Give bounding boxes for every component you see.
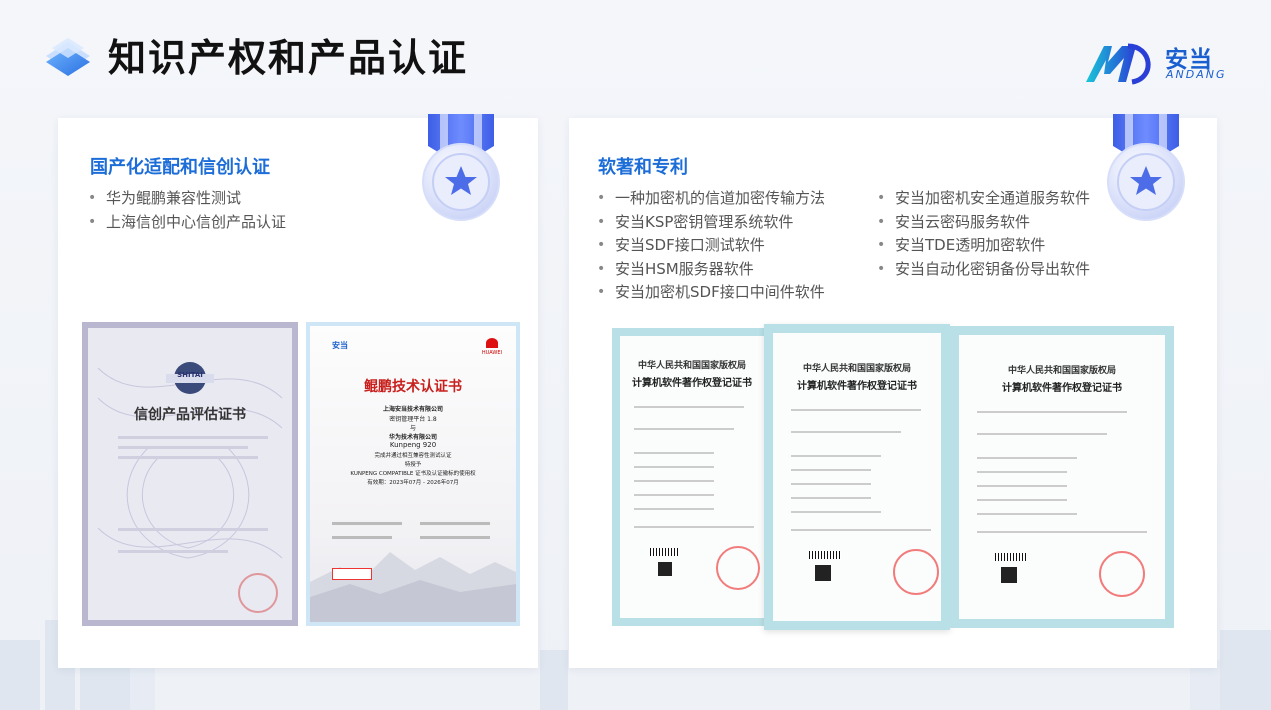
certificate-title: 鲲鹏技术认证书	[364, 379, 462, 395]
certification-card: 国产化适配和信创认证 华为鲲鹏兼容性测试 上海信创中心信创产品认证	[58, 114, 538, 668]
list-item: 一种加密机的信道加密传输方法	[597, 187, 825, 211]
list-item: 安当TDE透明加密软件	[877, 234, 1090, 258]
certificate-issuer: 中华人民共和国国家版权局	[1007, 366, 1116, 376]
list-item: 安当SDF接口测试软件	[597, 234, 825, 258]
certificate-logo: 安当	[332, 341, 348, 350]
certificate-title: 计算机软件著作权登记证书	[632, 378, 752, 389]
certificate-image: SHITAI 信创产品评估证书	[82, 322, 298, 626]
software-list-right: 安当加密机安全通道服务软件 安当云密码服务软件 安当TDE透明加密软件 安当自动…	[877, 187, 1090, 281]
copyright-certificate-image: 中华人民共和国国家版权局 计算机软件著作权登记证书	[764, 324, 950, 630]
certificate-image: 安当 HUAWEI 鲲鹏技术认证书 上海安当技术有限公司 密钥管理平台 1.8 …	[306, 322, 520, 626]
list-item: 华为鲲鹏兼容性测试	[88, 187, 286, 211]
layers-logo-icon	[46, 38, 90, 76]
certificate-badge: SHITAI	[177, 371, 203, 379]
software-list-left: 一种加密机的信道加密传输方法 安当KSP密钥管理系统软件 安当SDF接口测试软件…	[597, 187, 825, 305]
certificate-title: 计算机软件著作权登记证书	[797, 381, 917, 392]
brand-name-en: ANDANG	[1166, 68, 1227, 81]
list-item: 安当加密机SDF接口中间件软件	[597, 281, 825, 305]
certificate-line: 华为技术有限公司	[388, 434, 437, 441]
certificate-line: Kunpeng 920	[389, 441, 437, 449]
list-item: 安当加密机安全通道服务软件	[877, 187, 1090, 211]
certificate-line: 完成并通过相互兼容性测试认证	[374, 453, 452, 459]
mountain-artwork	[310, 552, 516, 622]
certificate-title: 信创产品评估证书	[134, 407, 246, 423]
certificate-line: KUNPENG COMPATIBLE 证书及认证徽标的使用权	[350, 471, 476, 477]
certificate-line: 密钥管理平台 1.8	[389, 416, 437, 423]
certificate-title: 计算机软件著作权登记证书	[1002, 383, 1122, 394]
star-medal-icon	[422, 114, 500, 221]
certificate-line: 上海安当技术有限公司	[382, 406, 443, 413]
ip-card: 软著和专利 一种加密机的信道加密传输方法 安当KSP密钥管理系统软件 安当SDF…	[569, 114, 1217, 668]
certificate-line: 有效期：2023年07月 - 2026年07月	[367, 480, 459, 486]
copyright-certificate-image: 中华人民共和国国家版权局 计算机软件著作权登记证书	[950, 326, 1174, 628]
certification-list: 华为鲲鹏兼容性测试 上海信创中心信创产品认证	[88, 187, 286, 234]
star-medal-icon	[1107, 114, 1185, 221]
copyright-certificate-image: 中华人民共和国国家版权局 计算机软件著作权登记证书	[612, 328, 772, 626]
huawei-label: HUAWEI	[481, 350, 502, 356]
list-item: 安当自动化密钥备份导出软件	[877, 258, 1090, 282]
certificate-issuer: 中华人民共和国国家版权局	[637, 361, 746, 371]
list-item: 安当KSP密钥管理系统软件	[597, 211, 825, 235]
list-item: 上海信创中心信创产品认证	[88, 211, 286, 235]
section-title: 国产化适配和信创认证	[90, 157, 270, 178]
section-title: 软著和专利	[598, 157, 688, 178]
certificate-line: 特授予	[404, 462, 422, 468]
certificate-line: 与	[409, 425, 416, 432]
page-title: 知识产权和产品认证	[108, 36, 469, 80]
huawei-logo-icon	[486, 338, 498, 348]
list-item: 安当云密码服务软件	[877, 211, 1090, 235]
certificate-issuer: 中华人民共和国国家版权局	[802, 364, 911, 374]
list-item: 安当HSM服务器软件	[597, 258, 825, 282]
